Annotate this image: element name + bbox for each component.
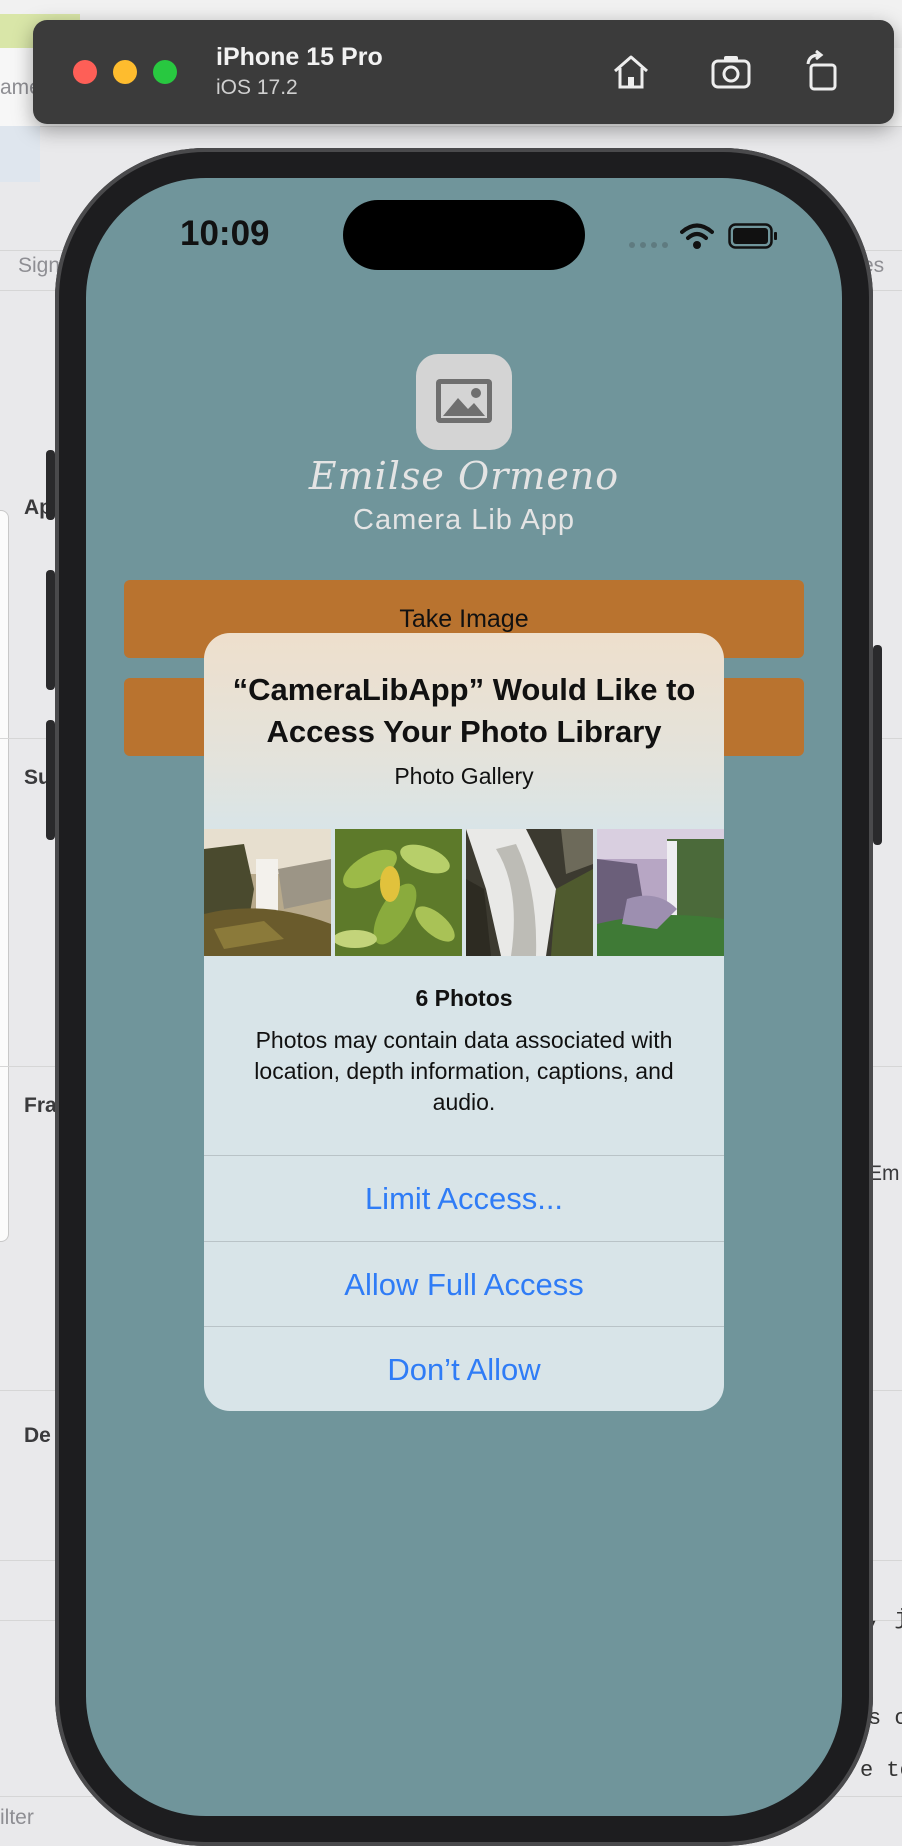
phone-screen: 10:09 Emilse Ormeno Camera Lib App Take … <box>86 178 842 1816</box>
alert-subtitle: Photo Gallery <box>394 763 534 789</box>
photo-thumbnail <box>335 829 462 956</box>
allow-full-access-button[interactable]: Allow Full Access <box>204 1241 724 1327</box>
app-title: Emilse Ormeno <box>308 454 620 498</box>
bg-section-label: De <box>24 1424 51 1447</box>
volume-up-button <box>46 570 55 690</box>
home-icon[interactable] <box>609 50 653 94</box>
battery-icon <box>728 223 777 249</box>
bg-filter-label: ilter <box>0 1806 34 1829</box>
photo-count: 6 Photos <box>415 985 513 1011</box>
volume-down-button <box>46 720 55 840</box>
bg-panel <box>0 510 9 1242</box>
status-time: 10:09 <box>180 214 270 253</box>
action-button <box>46 450 55 520</box>
photo-thumbnail <box>204 829 331 956</box>
photo-thumbnail <box>597 829 724 956</box>
image-placeholder-icon <box>416 354 512 450</box>
bg-code-fragment: s c <box>868 1706 902 1731</box>
minimize-window-button[interactable] <box>113 60 137 84</box>
device-name: iPhone 15 Pro <box>216 43 383 71</box>
photo-permission-alert: “CameraLibApp” Would Like to Access Your… <box>204 633 724 1411</box>
dynamic-island <box>343 200 585 270</box>
photo-preview-strip <box>204 829 724 956</box>
simulator-titlebar: iPhone 15 Pro iOS 17.2 <box>33 20 894 124</box>
os-version: iOS 17.2 <box>216 76 298 99</box>
side-button <box>873 645 882 845</box>
alert-message: Photos may contain data associated with … <box>254 1027 674 1115</box>
zoom-window-button[interactable] <box>153 60 177 84</box>
cellular-icon <box>629 242 668 248</box>
wifi-icon <box>680 223 714 249</box>
bg-code-fragment: , j <box>868 1606 902 1631</box>
rotate-icon[interactable] <box>800 50 844 94</box>
close-window-button[interactable] <box>73 60 97 84</box>
bg-code-fragment: e to <box>860 1758 902 1783</box>
bg-section-label: Fra <box>24 1094 57 1117</box>
camera-icon[interactable] <box>709 50 753 94</box>
bg-fragment: Sign <box>18 254 61 277</box>
alert-title: “CameraLibApp” Would Like to Access Your… <box>232 672 696 749</box>
app-subtitle: Camera Lib App <box>353 504 575 536</box>
limit-access-button[interactable]: Limit Access... <box>204 1155 724 1241</box>
photo-thumbnail <box>466 829 593 956</box>
dont-allow-button[interactable]: Don’t Allow <box>204 1326 724 1411</box>
